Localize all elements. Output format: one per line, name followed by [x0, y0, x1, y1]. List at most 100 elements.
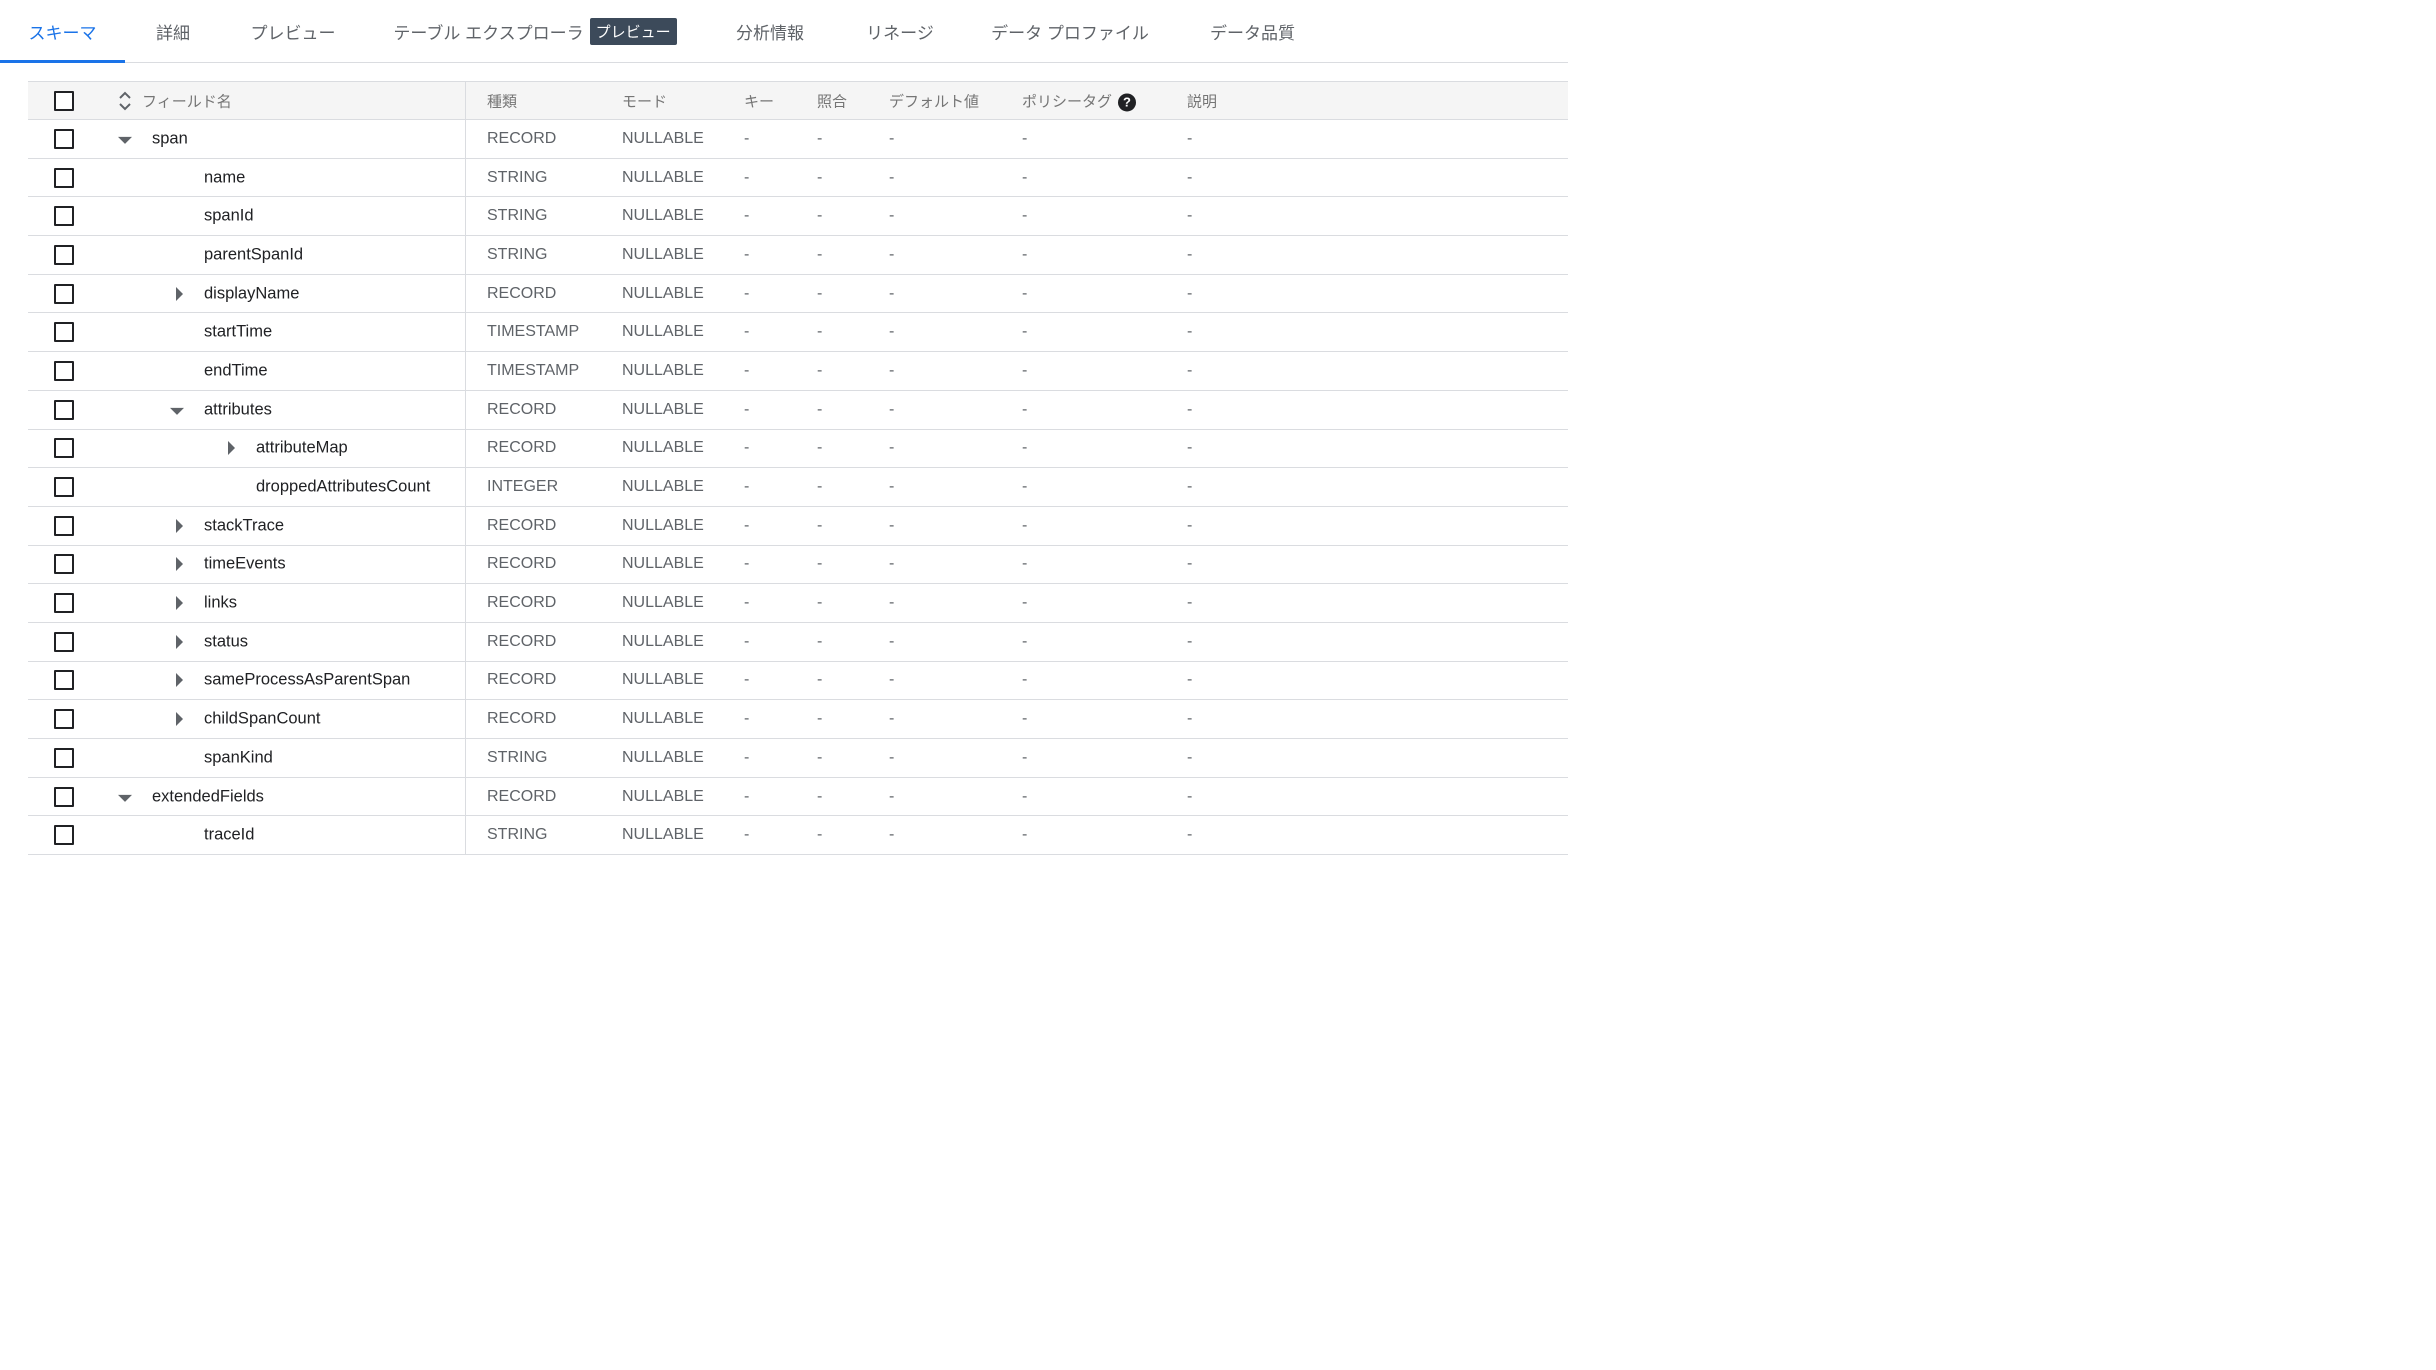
- tab-label: テーブル エクスプローラ: [393, 23, 584, 43]
- cell-mode: NULLABLE: [622, 439, 704, 457]
- cell-collation: -: [817, 478, 823, 496]
- row-checkbox[interactable]: [54, 709, 74, 730]
- cell-key: -: [744, 710, 750, 728]
- expand-icon[interactable]: [176, 557, 183, 572]
- cell-type: RECORD: [487, 516, 557, 534]
- tab-lineage[interactable]: リネージ: [850, 0, 950, 62]
- cell-key: -: [744, 594, 750, 612]
- row-checkbox[interactable]: [54, 360, 74, 381]
- row-checkbox[interactable]: [54, 283, 74, 304]
- row-checkbox[interactable]: [54, 554, 74, 575]
- field-name: displayName: [204, 284, 300, 303]
- expand-icon[interactable]: [176, 518, 183, 533]
- select-all-checkbox[interactable]: [54, 90, 74, 111]
- row-checkbox[interactable]: [54, 128, 74, 149]
- cell-policy: -: [1022, 516, 1028, 534]
- expand-icon[interactable]: [176, 286, 183, 301]
- expand-icon[interactable]: [176, 712, 183, 727]
- collapse-icon[interactable]: [118, 136, 132, 144]
- tab-schema[interactable]: スキーマ: [0, 0, 125, 63]
- tab-preview[interactable]: プレビュー: [235, 0, 351, 62]
- collapse-icon[interactable]: [118, 794, 132, 802]
- row-checkbox[interactable]: [54, 747, 74, 768]
- column-divider: [465, 584, 466, 622]
- collapse-icon[interactable]: [170, 407, 184, 415]
- cell-mode: NULLABLE: [622, 671, 704, 689]
- expand-icon[interactable]: [228, 441, 235, 456]
- expand-icon[interactable]: [176, 673, 183, 688]
- row-checkbox[interactable]: [54, 322, 74, 343]
- cell-description: -: [1187, 748, 1193, 766]
- field-name: timeEvents: [204, 554, 286, 573]
- sort-icon[interactable]: [118, 90, 132, 112]
- cell-collation: -: [817, 826, 823, 844]
- row-checkbox[interactable]: [54, 515, 74, 536]
- row-checkbox[interactable]: [54, 206, 74, 227]
- cell-default: -: [889, 710, 895, 728]
- column-divider: [465, 82, 466, 119]
- cell-policy: -: [1022, 168, 1028, 186]
- cell-collation: -: [817, 439, 823, 457]
- row-checkbox[interactable]: [54, 167, 74, 188]
- cell-mode: NULLABLE: [622, 361, 704, 379]
- cell-mode: NULLABLE: [622, 245, 704, 263]
- field-name: attributeMap: [256, 438, 348, 457]
- cell-policy: -: [1022, 323, 1028, 341]
- cell-type: RECORD: [487, 400, 557, 418]
- table-row: startTime TIMESTAMP NULLABLE - - - - -: [28, 313, 1568, 353]
- table-body: span RECORD NULLABLE - - - - - name STRING NULLABL…: [28, 120, 1568, 856]
- tab-label: プレビュー: [250, 23, 336, 43]
- row-checkbox[interactable]: [54, 438, 74, 459]
- cell-collation: -: [817, 787, 823, 805]
- row-checkbox[interactable]: [54, 593, 74, 614]
- cell-mode: NULLABLE: [622, 516, 704, 534]
- table-row: spanId STRING NULLABLE - - - - -: [28, 197, 1568, 237]
- cell-mode: NULLABLE: [622, 594, 704, 612]
- table-row: attributeMap RECORD NULLABLE - - - - -: [28, 429, 1568, 469]
- cell-mode: NULLABLE: [622, 323, 704, 341]
- cell-key: -: [744, 516, 750, 534]
- cell-key: -: [744, 748, 750, 766]
- cell-description: -: [1187, 361, 1193, 379]
- cell-description: -: [1187, 787, 1193, 805]
- cell-policy: -: [1022, 826, 1028, 844]
- cell-policy: -: [1022, 400, 1028, 418]
- column-divider: [465, 661, 466, 700]
- cell-default: -: [889, 400, 895, 418]
- row-checkbox[interactable]: [54, 244, 74, 265]
- cell-collation: -: [817, 361, 823, 379]
- expand-icon[interactable]: [176, 634, 183, 649]
- tab-table-explorer[interactable]: テーブル エクスプローラ プレビュー: [385, 0, 685, 62]
- row-checkbox[interactable]: [54, 825, 74, 846]
- table-row: extendedFields RECORD NULLABLE - - - - -: [28, 777, 1568, 817]
- row-checkbox[interactable]: [54, 631, 74, 652]
- cell-policy: -: [1022, 361, 1028, 379]
- tab-data-quality[interactable]: データ品質: [1195, 0, 1310, 62]
- cell-key: -: [744, 439, 750, 457]
- row-checkbox[interactable]: [54, 477, 74, 498]
- cell-policy: -: [1022, 748, 1028, 766]
- column-header-field-name[interactable]: フィールド名: [142, 90, 232, 111]
- field-name: stackTrace: [204, 516, 285, 535]
- cell-default: -: [889, 168, 895, 186]
- column-divider: [465, 158, 466, 197]
- cell-type: RECORD: [487, 594, 557, 612]
- cell-description: -: [1187, 284, 1193, 302]
- preview-badge: プレビュー: [589, 17, 677, 45]
- tab-details[interactable]: 詳細: [140, 0, 206, 62]
- tab-data-profile[interactable]: データ プロファイル: [980, 0, 1160, 62]
- expand-icon[interactable]: [176, 596, 183, 611]
- column-header-policy-tags: ポリシータグ?: [1022, 90, 1137, 112]
- column-divider: [465, 197, 466, 236]
- cell-description: -: [1187, 594, 1193, 612]
- table-row: spanKind STRING NULLABLE - - - - -: [28, 739, 1568, 778]
- tab-insights[interactable]: 分析情報: [720, 0, 820, 62]
- cell-default: -: [889, 516, 895, 534]
- cell-collation: -: [817, 671, 823, 689]
- row-checkbox[interactable]: [54, 786, 74, 807]
- cell-description: -: [1187, 129, 1193, 147]
- cell-mode: NULLABLE: [622, 207, 704, 225]
- row-checkbox[interactable]: [54, 670, 74, 691]
- row-checkbox[interactable]: [54, 399, 74, 420]
- help-icon[interactable]: ?: [1118, 93, 1137, 112]
